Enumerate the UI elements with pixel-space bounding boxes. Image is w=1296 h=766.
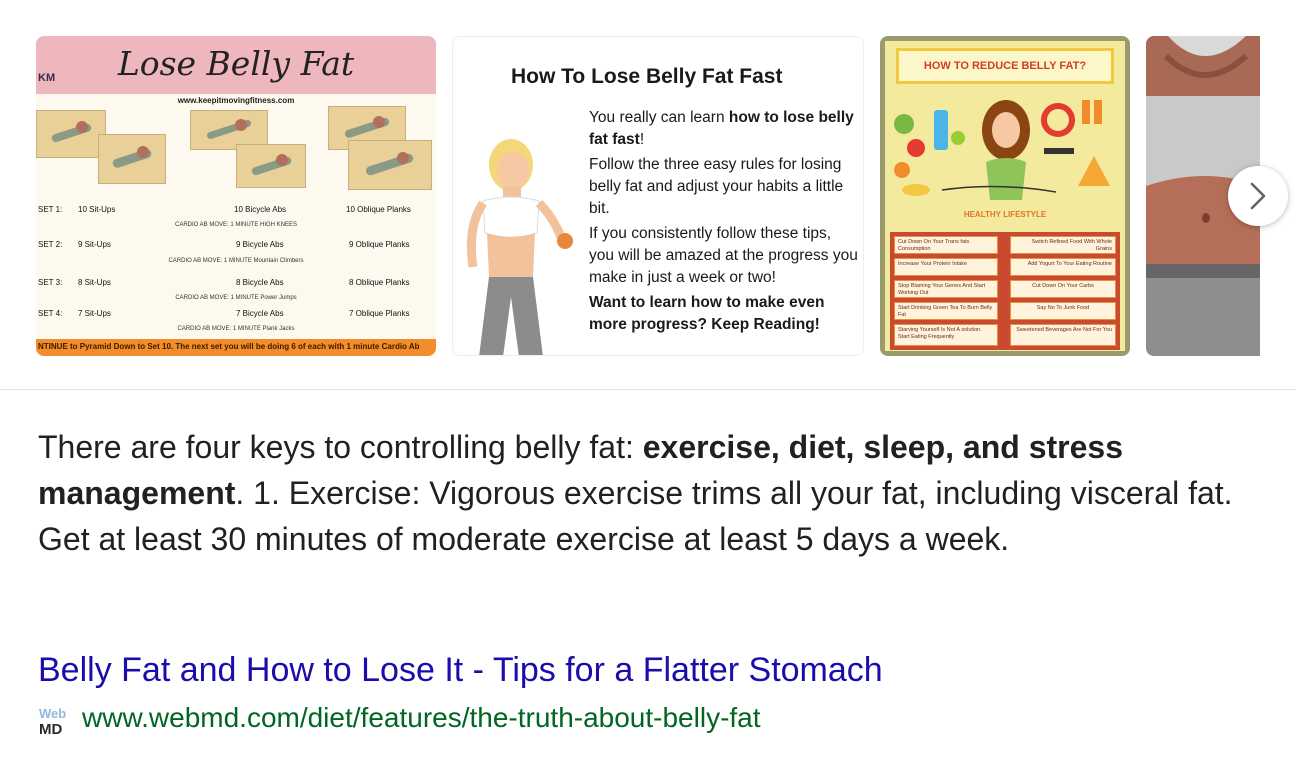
thumbnail-body: You really can learn how to lose belly f… — [589, 109, 858, 333]
tips-grid: Cut Down On Your Trans fats Consumption … — [890, 232, 1120, 350]
thumbnail-url: www.keepitmovingfitness.com — [177, 96, 295, 105]
tip-cell: Sweetened Beverages Are Not For You — [1010, 324, 1116, 346]
thumbnail-title: Lose Belly Fat — [117, 44, 355, 83]
exercise-photo — [36, 110, 106, 158]
exercise-photo — [236, 144, 306, 188]
thumbnail-title: How To Lose Belly Fat Fast — [511, 65, 783, 88]
exercise-photo — [348, 140, 432, 190]
image-thumbnail-how-to-reduce-belly-fat[interactable]: HOW TO REDUCE BELLY FAT? HEALTHY LIFESTY… — [880, 36, 1130, 356]
tip-cell: Starving Yourself Is Not A solution. Sta… — [894, 324, 998, 346]
snippet-text-pre: There are four keys to controlling belly… — [38, 429, 643, 465]
svg-text:MD: MD — [39, 721, 62, 736]
image-thumbnail-lose-belly-fat[interactable]: Lose Belly Fat KM www.keepitmovingfitnes… — [36, 36, 436, 356]
image-thumbnail-how-to-lose-belly-fat-fast[interactable]: How To Lose Belly Fat Fast You really ca… — [452, 36, 864, 356]
result-url[interactable]: www.webmd.com/diet/features/the-truth-ab… — [82, 700, 761, 736]
chevron-right-icon — [1250, 182, 1266, 210]
thumbnail-footer: NTINUE to Pyramid Down to Set 10. The ne… — [36, 339, 436, 356]
cardio-move: CARDIO AB MOVE: 1 MINUTE Mountain Climbe… — [168, 258, 304, 264]
tip-cell: Cut Down On Your Trans fats Consumption — [894, 236, 998, 254]
cardio-move: CARDIO AB MOVE: 1 MINUTE Plank Jacks — [177, 326, 295, 332]
set-row: SET 3: 8 Sit-Ups 8 Bicycle Abs 8 Oblique… — [38, 278, 410, 287]
set-row: SET 4: 7 Sit-Ups 7 Bicycle Abs 7 Oblique… — [38, 309, 410, 318]
set-row: SET 2: 9 Sit-Ups 9 Bicycle Abs 9 Oblique… — [38, 240, 410, 249]
webmd-favicon-icon: Web MD — [38, 704, 70, 736]
cardio-move: CARDIO AB MOVE: 1 MINUTE HIGH KNEES — [174, 222, 298, 228]
set-row: SET 1: 10 Sit-Ups 10 Bicycle Abs 10 Obli… — [38, 205, 411, 214]
cardio-move: CARDIO AB MOVE: 1 MINUTE Power Jumps — [175, 295, 297, 301]
tip-cell: Say No To Junk Food — [1010, 302, 1116, 320]
thumbnail-title: HOW TO REDUCE BELLY FAT? — [923, 60, 1087, 72]
tip-cell: Cut Down On Your Carbs — [1010, 280, 1116, 298]
image-carousel: Lose Belly Fat KM www.keepitmovingfitnes… — [0, 0, 1296, 390]
tip-cell: Increase Your Protein Intake — [894, 258, 998, 276]
tip-cell: Stop Blaming Your Genes And Start Workin… — [894, 280, 998, 298]
healthy-lifestyle-label: HEALTHY LIFESTYLE — [963, 210, 1047, 219]
result-title-link[interactable]: Belly Fat and How to Lose It - Tips for … — [38, 648, 883, 692]
healthy-lifestyle-illustration — [894, 100, 1110, 200]
thumbnail-logo: KM — [38, 72, 56, 84]
tip-cell: Add Yogurt To Your Eating Routine — [1010, 258, 1116, 276]
section-divider — [0, 389, 1296, 390]
woman-illustration — [466, 139, 573, 355]
tip-cell: Switch Refined Food With Whole Grains — [1010, 236, 1116, 254]
svg-text:Web: Web — [39, 706, 66, 721]
tip-cell: Start Drinking Green Tea To Burn Belly F… — [894, 302, 998, 320]
featured-snippet-text: There are four keys to controlling belly… — [38, 424, 1258, 562]
exercise-photo — [98, 134, 166, 184]
thumbnail-title-box: HOW TO REDUCE BELLY FAT? — [896, 48, 1114, 84]
carousel-next-button[interactable] — [1228, 166, 1288, 226]
